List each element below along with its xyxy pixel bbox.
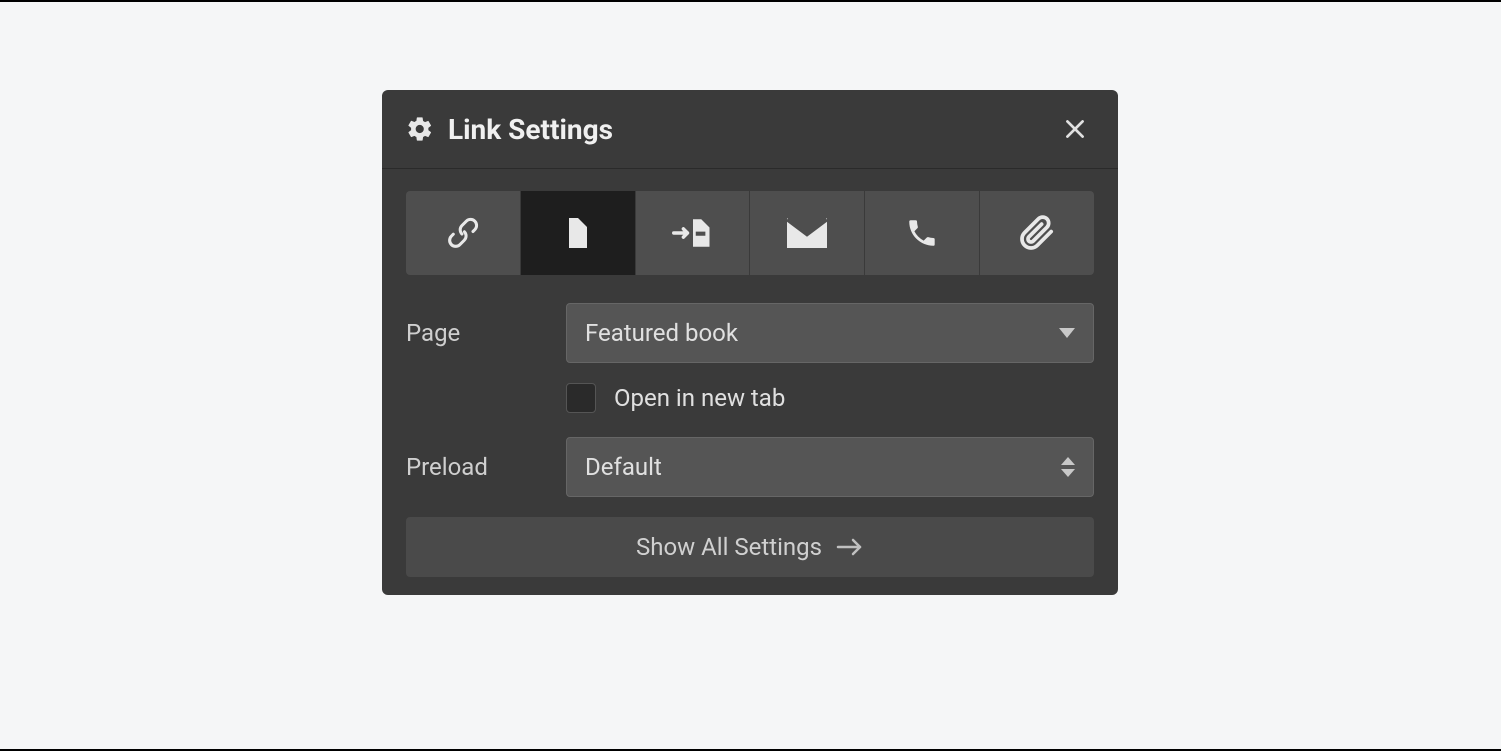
tab-file[interactable] — [980, 191, 1094, 275]
panel-body: Page Featured book Open in new tab Prelo… — [382, 169, 1118, 595]
page-select-value: Featured book — [585, 319, 1059, 347]
page-select[interactable]: Featured book — [566, 303, 1094, 363]
link-type-tabbar — [406, 191, 1094, 275]
page-icon — [560, 215, 596, 251]
show-all-settings-label: Show All Settings — [636, 533, 822, 561]
link-icon — [445, 215, 481, 251]
panel-title: Link Settings — [448, 113, 1056, 146]
panel-header: Link Settings — [382, 90, 1118, 169]
preload-label: Preload — [406, 453, 566, 481]
link-settings-panel: Link Settings — [382, 90, 1118, 595]
caret-down-icon — [1059, 328, 1075, 338]
tab-page[interactable] — [521, 191, 636, 275]
page-label: Page — [406, 319, 566, 347]
tab-email[interactable] — [750, 191, 865, 275]
phone-icon — [905, 216, 939, 250]
preload-select-value: Default — [585, 453, 1061, 481]
page-section-icon — [671, 215, 715, 251]
close-button[interactable] — [1056, 110, 1094, 148]
close-icon — [1062, 116, 1088, 142]
tab-phone[interactable] — [865, 191, 980, 275]
tab-page-section[interactable] — [636, 191, 751, 275]
mail-icon — [787, 218, 827, 248]
preload-row: Preload Default — [406, 437, 1094, 497]
preload-select[interactable]: Default — [566, 437, 1094, 497]
arrow-right-icon — [836, 537, 864, 557]
caret-updown-icon — [1061, 457, 1075, 477]
open-new-tab-label: Open in new tab — [614, 384, 785, 412]
open-new-tab-checkbox[interactable] — [566, 383, 596, 413]
open-new-tab-row: Open in new tab — [566, 383, 1094, 413]
page-row: Page Featured book — [406, 303, 1094, 363]
show-all-settings-button[interactable]: Show All Settings — [406, 517, 1094, 577]
gear-icon — [406, 115, 434, 143]
tab-url[interactable] — [406, 191, 521, 275]
attachment-icon — [1019, 215, 1055, 251]
